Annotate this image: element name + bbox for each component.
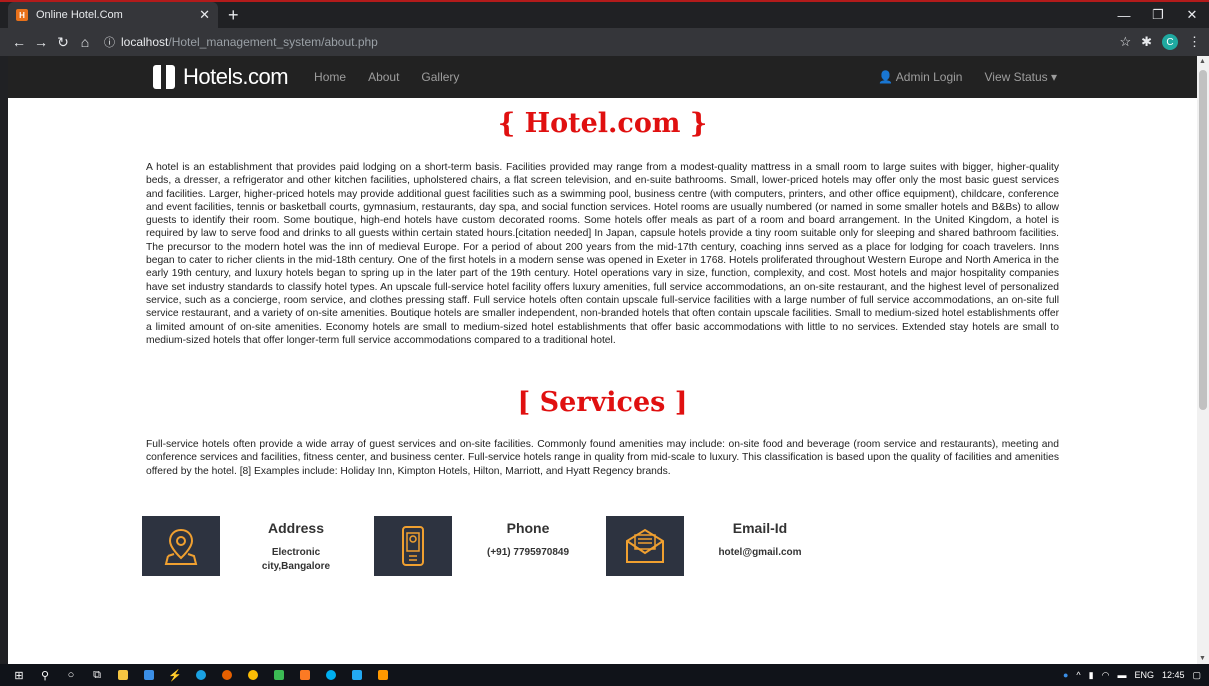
hotel-logo-icon — [153, 65, 175, 89]
windows-taskbar: ⊞ ⚲ ○ ⧉ ⚡ ● ^ ▮ ◠ ▬ ENG 12:45 ▢ — [0, 664, 1209, 686]
system-tray: ● ^ ▮ ◠ ▬ ENG 12:45 ▢ — [1063, 670, 1209, 681]
chrome-icon[interactable] — [242, 667, 264, 683]
scroll-up-icon[interactable]: ▲ — [1199, 58, 1206, 65]
view-status-dropdown[interactable]: View Status ▾ — [984, 70, 1057, 84]
file-explorer-icon[interactable] — [112, 667, 134, 683]
url-host: localhost — [121, 35, 169, 49]
skype-icon[interactable] — [320, 667, 342, 683]
cortana-icon[interactable]: ○ — [60, 667, 82, 683]
tab-favicon-icon: H — [16, 9, 28, 21]
language-indicator[interactable]: ENG — [1134, 670, 1154, 680]
windows-start-icon[interactable]: ⊞ — [8, 667, 30, 683]
chevron-up-icon[interactable]: ^ — [1076, 670, 1080, 680]
help-icon[interactable]: ● — [1063, 670, 1068, 680]
address-title: Address — [267, 520, 325, 537]
email-title: Email-Id — [732, 520, 788, 537]
url-path: /Hotel_management_system/about.php — [168, 35, 378, 49]
vscode-icon[interactable] — [346, 667, 368, 683]
search-icon[interactable]: ⚲ — [34, 667, 56, 683]
mobile-phone-icon — [374, 516, 452, 577]
scroll-thumb[interactable] — [1199, 70, 1207, 410]
phone-value: (+91) 7795970849 — [486, 547, 570, 559]
bookmark-star-icon[interactable]: ☆ — [1119, 34, 1131, 50]
nav-gallery[interactable]: Gallery — [421, 70, 459, 84]
contact-section: Address Electronic city,Bangalore Phone … — [142, 516, 1059, 577]
reload-icon[interactable]: ↻ — [52, 34, 74, 51]
home-icon[interactable]: ⌂ — [74, 34, 96, 50]
site-navbar: Hotels.com Home About Gallery 👤 Admin Lo… — [8, 56, 1197, 98]
services-paragraph: Full-service hotels often provide a wide… — [146, 439, 1059, 477]
task-view-icon[interactable]: ⧉ — [86, 667, 108, 683]
close-window-icon[interactable]: ✕ — [1175, 2, 1209, 28]
page-viewport: Hotels.com Home About Gallery 👤 Admin Lo… — [8, 56, 1197, 664]
battery-icon[interactable]: ▮ — [1089, 670, 1094, 681]
back-icon[interactable]: ← — [8, 34, 30, 50]
profile-avatar[interactable]: C — [1162, 34, 1178, 50]
contact-phone: Phone (+91) 7795970849 — [374, 516, 606, 577]
wifi-icon[interactable]: ◠ — [1102, 670, 1110, 681]
forward-icon[interactable]: → — [30, 34, 52, 50]
lightning-app-icon[interactable]: ⚡ — [164, 667, 186, 683]
minimize-icon[interactable]: — — [1107, 2, 1141, 28]
tab-title: Online Hotel.Com — [36, 9, 123, 21]
main-content: { Hotel.com } A hotel is an establishmen… — [8, 108, 1197, 577]
photos-app-icon[interactable] — [268, 667, 290, 683]
location-pin-icon — [142, 516, 220, 577]
address-bar: ← → ↻ ⌂ ⓘ localhost /Hotel_management_sy… — [0, 28, 1209, 56]
browser-menu-icon[interactable]: ⋮ — [1188, 34, 1201, 50]
about-heading: { Hotel.com } — [497, 108, 708, 139]
browser-tabbar: H Online Hotel.Com ✕ + — ❐ ✕ — [0, 0, 1209, 28]
nav-home[interactable]: Home — [314, 70, 346, 84]
address-value: Electronic city,Bangalore — [261, 547, 331, 573]
edge-icon[interactable] — [190, 667, 212, 683]
user-icon: 👤 — [878, 70, 894, 84]
services-heading: [ Services ] — [517, 387, 688, 419]
store-icon[interactable] — [138, 667, 160, 683]
tab-close-icon[interactable]: ✕ — [199, 7, 210, 23]
notification-icon[interactable]: ▢ — [1192, 670, 1201, 681]
admin-login-link[interactable]: 👤 Admin Login — [878, 70, 962, 84]
firefox-icon[interactable] — [216, 667, 238, 683]
site-info-icon[interactable]: ⓘ — [104, 34, 115, 50]
clock[interactable]: 12:45 — [1162, 670, 1185, 680]
sublime-icon[interactable] — [372, 667, 394, 683]
email-value: hotel@gmail.com — [718, 547, 802, 559]
envelope-icon — [606, 516, 684, 577]
xampp-icon[interactable] — [294, 667, 316, 683]
browser-tab[interactable]: H Online Hotel.Com ✕ — [8, 2, 218, 28]
contact-address: Address Electronic city,Bangalore — [142, 516, 374, 577]
restore-icon[interactable]: ❐ — [1141, 2, 1175, 28]
about-paragraph: A hotel is an establishment that provide… — [146, 162, 1059, 346]
brand-name: Hotels.com — [183, 64, 289, 89]
new-tab-icon[interactable]: + — [228, 2, 239, 28]
scroll-down-icon[interactable]: ▼ — [1199, 655, 1206, 662]
contact-email: Email-Id hotel@gmail.com — [606, 516, 838, 577]
extensions-puzzle-icon[interactable]: ✱ — [1141, 34, 1152, 50]
brand-logo[interactable]: Hotels.com — [153, 64, 289, 90]
phone-title: Phone — [506, 520, 550, 537]
page-scrollbar[interactable]: ▲ ▼ — [1197, 56, 1209, 664]
volume-icon[interactable]: ▬ — [1117, 670, 1126, 680]
nav-about[interactable]: About — [368, 70, 399, 84]
window-controls: — ❐ ✕ — [1107, 2, 1209, 28]
url-field[interactable]: ⓘ localhost /Hotel_management_system/abo… — [104, 34, 1119, 50]
